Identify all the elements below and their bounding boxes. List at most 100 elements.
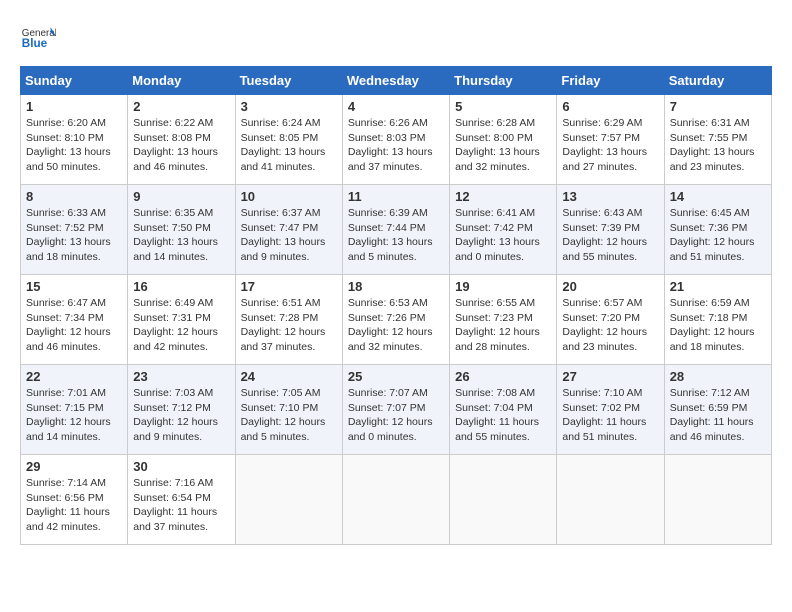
day-number: 18 [348, 279, 444, 294]
calendar-cell: 9 Sunrise: 6:35 AM Sunset: 7:50 PM Dayli… [128, 185, 235, 275]
cell-content: Sunrise: 6:29 AM Sunset: 7:57 PM Dayligh… [562, 116, 658, 175]
weekday-monday: Monday [128, 67, 235, 95]
calendar-cell: 3 Sunrise: 6:24 AM Sunset: 8:05 PM Dayli… [235, 95, 342, 185]
calendar-cell: 26 Sunrise: 7:08 AM Sunset: 7:04 PM Dayl… [450, 365, 557, 455]
day-number: 29 [26, 459, 122, 474]
calendar-cell: 13 Sunrise: 6:43 AM Sunset: 7:39 PM Dayl… [557, 185, 664, 275]
calendar-table: SundayMondayTuesdayWednesdayThursdayFrid… [20, 66, 772, 545]
calendar-cell [235, 455, 342, 545]
day-number: 17 [241, 279, 337, 294]
cell-content: Sunrise: 6:22 AM Sunset: 8:08 PM Dayligh… [133, 116, 229, 175]
day-number: 3 [241, 99, 337, 114]
cell-content: Sunrise: 6:33 AM Sunset: 7:52 PM Dayligh… [26, 206, 122, 265]
cell-content: Sunrise: 7:05 AM Sunset: 7:10 PM Dayligh… [241, 386, 337, 445]
weekday-tuesday: Tuesday [235, 67, 342, 95]
calendar-cell: 17 Sunrise: 6:51 AM Sunset: 7:28 PM Dayl… [235, 275, 342, 365]
calendar-cell [450, 455, 557, 545]
day-number: 4 [348, 99, 444, 114]
generalblue-logo-icon: General Blue [20, 20, 56, 56]
day-number: 14 [670, 189, 766, 204]
calendar-cell: 16 Sunrise: 6:49 AM Sunset: 7:31 PM Dayl… [128, 275, 235, 365]
calendar-cell: 27 Sunrise: 7:10 AM Sunset: 7:02 PM Dayl… [557, 365, 664, 455]
weekday-saturday: Saturday [664, 67, 771, 95]
calendar-week-2: 8 Sunrise: 6:33 AM Sunset: 7:52 PM Dayli… [21, 185, 772, 275]
cell-content: Sunrise: 6:51 AM Sunset: 7:28 PM Dayligh… [241, 296, 337, 355]
calendar-cell: 4 Sunrise: 6:26 AM Sunset: 8:03 PM Dayli… [342, 95, 449, 185]
calendar-cell: 15 Sunrise: 6:47 AM Sunset: 7:34 PM Dayl… [21, 275, 128, 365]
cell-content: Sunrise: 6:43 AM Sunset: 7:39 PM Dayligh… [562, 206, 658, 265]
day-number: 24 [241, 369, 337, 384]
weekday-friday: Friday [557, 67, 664, 95]
calendar-cell [664, 455, 771, 545]
day-number: 26 [455, 369, 551, 384]
calendar-cell: 25 Sunrise: 7:07 AM Sunset: 7:07 PM Dayl… [342, 365, 449, 455]
cell-content: Sunrise: 6:37 AM Sunset: 7:47 PM Dayligh… [241, 206, 337, 265]
calendar-cell: 29 Sunrise: 7:14 AM Sunset: 6:56 PM Dayl… [21, 455, 128, 545]
weekday-header-row: SundayMondayTuesdayWednesdayThursdayFrid… [21, 67, 772, 95]
calendar-cell: 14 Sunrise: 6:45 AM Sunset: 7:36 PM Dayl… [664, 185, 771, 275]
cell-content: Sunrise: 6:59 AM Sunset: 7:18 PM Dayligh… [670, 296, 766, 355]
day-number: 12 [455, 189, 551, 204]
calendar-week-3: 15 Sunrise: 6:47 AM Sunset: 7:34 PM Dayl… [21, 275, 772, 365]
calendar-cell: 21 Sunrise: 6:59 AM Sunset: 7:18 PM Dayl… [664, 275, 771, 365]
day-number: 1 [26, 99, 122, 114]
day-number: 28 [670, 369, 766, 384]
day-number: 21 [670, 279, 766, 294]
cell-content: Sunrise: 6:47 AM Sunset: 7:34 PM Dayligh… [26, 296, 122, 355]
svg-text:Blue: Blue [22, 37, 48, 50]
page-header: General Blue [20, 20, 772, 56]
day-number: 8 [26, 189, 122, 204]
cell-content: Sunrise: 7:16 AM Sunset: 6:54 PM Dayligh… [133, 476, 229, 535]
calendar-cell: 6 Sunrise: 6:29 AM Sunset: 7:57 PM Dayli… [557, 95, 664, 185]
calendar-cell: 7 Sunrise: 6:31 AM Sunset: 7:55 PM Dayli… [664, 95, 771, 185]
day-number: 27 [562, 369, 658, 384]
day-number: 20 [562, 279, 658, 294]
day-number: 6 [562, 99, 658, 114]
calendar-header: SundayMondayTuesdayWednesdayThursdayFrid… [21, 67, 772, 95]
day-number: 30 [133, 459, 229, 474]
calendar-body: 1 Sunrise: 6:20 AM Sunset: 8:10 PM Dayli… [21, 95, 772, 545]
cell-content: Sunrise: 7:12 AM Sunset: 6:59 PM Dayligh… [670, 386, 766, 445]
calendar-cell: 23 Sunrise: 7:03 AM Sunset: 7:12 PM Dayl… [128, 365, 235, 455]
cell-content: Sunrise: 6:28 AM Sunset: 8:00 PM Dayligh… [455, 116, 551, 175]
day-number: 25 [348, 369, 444, 384]
calendar-cell: 12 Sunrise: 6:41 AM Sunset: 7:42 PM Dayl… [450, 185, 557, 275]
cell-content: Sunrise: 7:14 AM Sunset: 6:56 PM Dayligh… [26, 476, 122, 535]
day-number: 7 [670, 99, 766, 114]
cell-content: Sunrise: 6:53 AM Sunset: 7:26 PM Dayligh… [348, 296, 444, 355]
day-number: 5 [455, 99, 551, 114]
cell-content: Sunrise: 7:10 AM Sunset: 7:02 PM Dayligh… [562, 386, 658, 445]
cell-content: Sunrise: 6:45 AM Sunset: 7:36 PM Dayligh… [670, 206, 766, 265]
cell-content: Sunrise: 6:26 AM Sunset: 8:03 PM Dayligh… [348, 116, 444, 175]
day-number: 2 [133, 99, 229, 114]
cell-content: Sunrise: 6:49 AM Sunset: 7:31 PM Dayligh… [133, 296, 229, 355]
day-number: 16 [133, 279, 229, 294]
day-number: 22 [26, 369, 122, 384]
cell-content: Sunrise: 6:20 AM Sunset: 8:10 PM Dayligh… [26, 116, 122, 175]
cell-content: Sunrise: 6:35 AM Sunset: 7:50 PM Dayligh… [133, 206, 229, 265]
weekday-thursday: Thursday [450, 67, 557, 95]
cell-content: Sunrise: 6:24 AM Sunset: 8:05 PM Dayligh… [241, 116, 337, 175]
cell-content: Sunrise: 7:03 AM Sunset: 7:12 PM Dayligh… [133, 386, 229, 445]
calendar-cell: 10 Sunrise: 6:37 AM Sunset: 7:47 PM Dayl… [235, 185, 342, 275]
calendar-cell: 24 Sunrise: 7:05 AM Sunset: 7:10 PM Dayl… [235, 365, 342, 455]
cell-content: Sunrise: 6:31 AM Sunset: 7:55 PM Dayligh… [670, 116, 766, 175]
day-number: 23 [133, 369, 229, 384]
calendar-cell [342, 455, 449, 545]
calendar-cell: 11 Sunrise: 6:39 AM Sunset: 7:44 PM Dayl… [342, 185, 449, 275]
calendar-cell: 18 Sunrise: 6:53 AM Sunset: 7:26 PM Dayl… [342, 275, 449, 365]
calendar-cell: 5 Sunrise: 6:28 AM Sunset: 8:00 PM Dayli… [450, 95, 557, 185]
calendar-cell: 20 Sunrise: 6:57 AM Sunset: 7:20 PM Dayl… [557, 275, 664, 365]
day-number: 13 [562, 189, 658, 204]
cell-content: Sunrise: 6:39 AM Sunset: 7:44 PM Dayligh… [348, 206, 444, 265]
cell-content: Sunrise: 6:41 AM Sunset: 7:42 PM Dayligh… [455, 206, 551, 265]
calendar-cell: 8 Sunrise: 6:33 AM Sunset: 7:52 PM Dayli… [21, 185, 128, 275]
calendar-cell: 2 Sunrise: 6:22 AM Sunset: 8:08 PM Dayli… [128, 95, 235, 185]
calendar-cell: 28 Sunrise: 7:12 AM Sunset: 6:59 PM Dayl… [664, 365, 771, 455]
calendar-cell: 19 Sunrise: 6:55 AM Sunset: 7:23 PM Dayl… [450, 275, 557, 365]
weekday-sunday: Sunday [21, 67, 128, 95]
calendar-cell: 30 Sunrise: 7:16 AM Sunset: 6:54 PM Dayl… [128, 455, 235, 545]
day-number: 11 [348, 189, 444, 204]
day-number: 15 [26, 279, 122, 294]
calendar-week-1: 1 Sunrise: 6:20 AM Sunset: 8:10 PM Dayli… [21, 95, 772, 185]
